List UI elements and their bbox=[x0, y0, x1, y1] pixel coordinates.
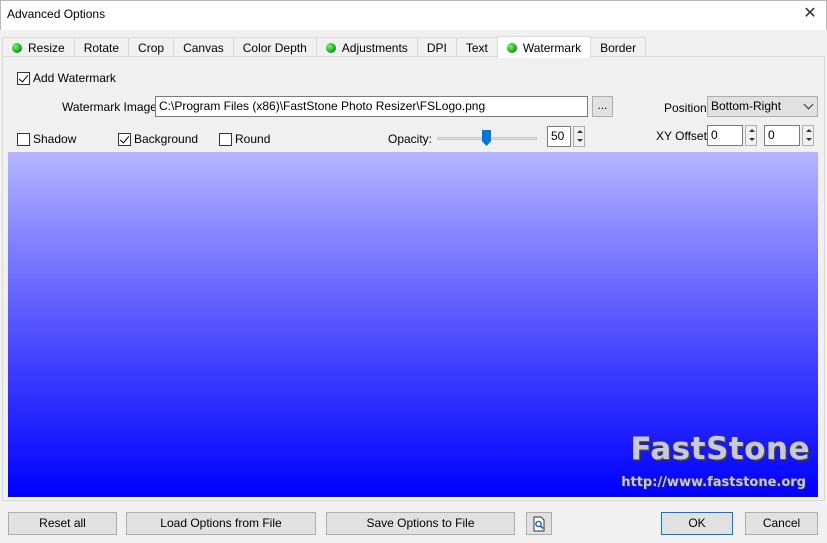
tab-strip: Resize Rotate Crop Canvas Color Depth Ad… bbox=[2, 36, 647, 58]
opacity-value-field[interactable]: 50 bbox=[547, 126, 571, 147]
watermark-image-path-field[interactable]: C:\Program Files (x86)\FastStone Photo R… bbox=[155, 96, 588, 117]
save-options-button[interactable]: Save Options to File bbox=[326, 512, 515, 535]
tab-rotate[interactable]: Rotate bbox=[73, 37, 130, 57]
watermark-image-label: Watermark Image: bbox=[62, 100, 161, 114]
title-bar: Advanced Options ✕ bbox=[0, 0, 827, 30]
window-title: Advanced Options bbox=[7, 7, 106, 21]
offset-x-spinner[interactable] bbox=[745, 125, 757, 146]
tab-label: Text bbox=[465, 40, 488, 55]
checkbox-label: Background bbox=[134, 132, 199, 146]
opacity-spinner[interactable] bbox=[573, 126, 585, 147]
offset-x-field[interactable]: 0 bbox=[707, 125, 743, 146]
tab-label: DPI bbox=[426, 40, 447, 55]
tab-label: Resize bbox=[28, 40, 65, 55]
position-selected-value: Bottom-Right bbox=[711, 99, 782, 113]
tab-canvas[interactable]: Canvas bbox=[173, 37, 234, 57]
ok-button[interactable]: OK bbox=[661, 512, 733, 535]
tab-crop[interactable]: Crop bbox=[128, 37, 175, 57]
checkbox-box[interactable] bbox=[17, 132, 30, 146]
offset-y-field[interactable]: 0 bbox=[764, 125, 800, 146]
opacity-label: Opacity: bbox=[388, 132, 433, 146]
tab-label: Canvas bbox=[183, 40, 224, 55]
spin-up-icon[interactable] bbox=[574, 127, 584, 137]
spin-up-icon[interactable] bbox=[746, 126, 756, 136]
watermark-preview: FastStone http://www.faststone.org bbox=[8, 152, 818, 497]
magnifier-document-icon bbox=[533, 516, 545, 532]
spin-down-icon[interactable] bbox=[574, 137, 584, 147]
xy-offset-label: XY Offset: bbox=[656, 129, 711, 143]
preview-file-button[interactable] bbox=[526, 512, 552, 535]
tab-color-depth[interactable]: Color Depth bbox=[232, 37, 317, 57]
spin-up-icon[interactable] bbox=[803, 126, 813, 136]
reset-all-button[interactable]: Reset all bbox=[8, 512, 117, 535]
checkbox-label: Round bbox=[235, 132, 271, 146]
tab-label: Border bbox=[600, 40, 637, 55]
chevron-down-icon bbox=[803, 99, 814, 110]
tab-resize[interactable]: Resize bbox=[2, 37, 75, 57]
enabled-dot-icon bbox=[12, 42, 22, 53]
spin-down-icon[interactable] bbox=[803, 136, 813, 146]
load-options-button[interactable]: Load Options from File bbox=[126, 512, 316, 535]
round-checkbox[interactable]: Round bbox=[219, 132, 270, 146]
checkbox-label: Shadow bbox=[33, 132, 77, 146]
checkbox-label: Add Watermark bbox=[33, 71, 116, 85]
checkbox-box[interactable] bbox=[17, 71, 30, 85]
watermark-logo-text: FastStone bbox=[630, 431, 810, 467]
shadow-checkbox[interactable]: Shadow bbox=[17, 132, 76, 146]
enabled-dot-icon bbox=[506, 42, 517, 53]
tab-adjustments[interactable]: Adjustments bbox=[315, 37, 418, 57]
spin-down-icon[interactable] bbox=[746, 136, 756, 146]
watermark-url-text: http://www.faststone.org bbox=[621, 475, 806, 490]
checkbox-box[interactable] bbox=[219, 132, 232, 146]
background-checkbox[interactable]: Background bbox=[118, 132, 198, 146]
checkbox-box[interactable] bbox=[118, 132, 131, 146]
tab-text[interactable]: Text bbox=[455, 37, 498, 57]
tab-watermark[interactable]: Watermark bbox=[496, 36, 592, 58]
browse-button[interactable]: ... bbox=[592, 96, 613, 117]
tab-dpi[interactable]: DPI bbox=[416, 37, 457, 57]
cancel-button[interactable]: Cancel bbox=[745, 512, 818, 535]
tab-label: Adjustments bbox=[341, 40, 408, 55]
tab-label: Rotate bbox=[83, 40, 120, 55]
position-select[interactable]: Bottom-Right bbox=[707, 96, 818, 117]
position-label: Position: bbox=[664, 101, 711, 115]
tab-label: Color Depth bbox=[242, 40, 307, 55]
close-icon[interactable]: ✕ bbox=[794, 1, 826, 29]
tab-border[interactable]: Border bbox=[590, 37, 647, 57]
enabled-dot-icon bbox=[325, 42, 336, 53]
tab-label: Crop bbox=[138, 40, 165, 55]
offset-y-spinner[interactable] bbox=[802, 125, 814, 146]
add-watermark-checkbox[interactable]: Add Watermark bbox=[17, 71, 116, 85]
tab-label: Watermark bbox=[522, 40, 582, 55]
